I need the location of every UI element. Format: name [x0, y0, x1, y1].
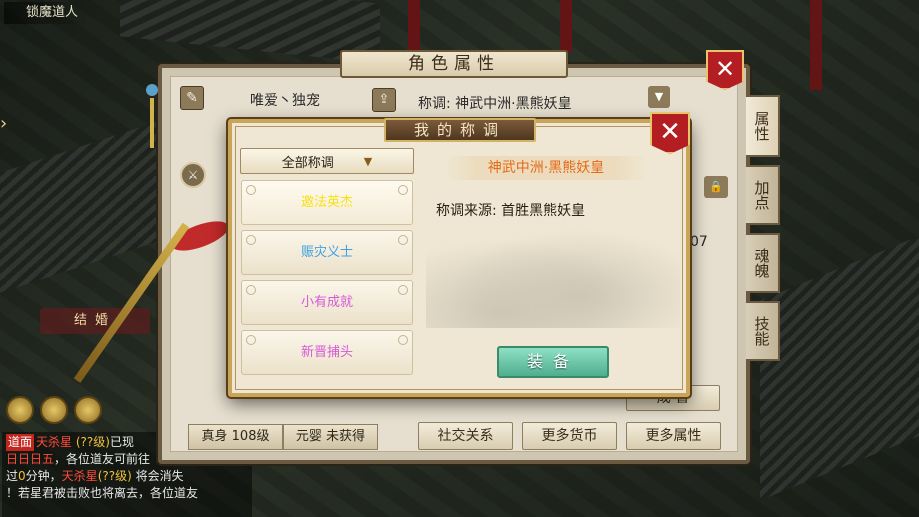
share-icon[interactable]: ⇪	[372, 88, 396, 112]
title-filter-dropdown[interactable]: 全部称调 ▼	[240, 148, 414, 174]
voice-mic-icon[interactable]	[74, 396, 102, 424]
chat-bubble-icon[interactable]	[6, 396, 34, 424]
title-list[interactable]: 邀法英杰 赈灾义士 小有成就 新晋捕头	[238, 176, 416, 382]
title-source-text: 称调来源: 首胜黑熊妖皇	[436, 203, 586, 219]
tassel-decoration	[146, 84, 158, 154]
player-name: 唯爱丶独宠	[250, 93, 320, 109]
chat-line: 过0分钟，天杀星(??级) 将会消失	[6, 469, 184, 483]
emoji-icon[interactable]	[40, 396, 68, 424]
title-list-item[interactable]: 小有成就	[241, 280, 413, 325]
more-attributes-button[interactable]: 更多属性	[626, 422, 721, 450]
title-filter-value: 全部称调	[281, 155, 334, 171]
social-relations-button[interactable]: 社交关系	[418, 422, 513, 450]
cultivation-stage-bar: 真身 108级 元婴 未获得	[188, 424, 378, 450]
marry-label[interactable]: 结婚	[40, 308, 150, 334]
primal-status: 元婴 未获得	[283, 424, 378, 450]
attributes-side-tabs: 属性 加点 魂魄 技能	[746, 95, 782, 369]
equip-button[interactable]: 装备	[497, 346, 609, 378]
tab-attributes[interactable]: 属性	[746, 95, 780, 157]
selected-title-name: 神武中洲·黑熊妖皇	[446, 156, 646, 180]
ink-landscape-decoration	[426, 218, 680, 328]
edit-name-icon[interactable]: ✎	[180, 86, 204, 110]
current-title-line: 称调: 神武中洲·黑熊妖皇	[418, 96, 572, 112]
title-list-item[interactable]: 新晋捕头	[241, 330, 413, 375]
attributes-window-title: 角色属性	[340, 50, 568, 78]
tab-add-points[interactable]: 加点	[746, 165, 780, 225]
my-titles-dialog-title: 我的称调	[384, 118, 536, 142]
tab-soul[interactable]: 魂魄	[746, 233, 780, 293]
tab-skills[interactable]: 技能	[746, 301, 780, 361]
map-location-label: 锁魔道人	[4, 2, 89, 24]
title-list-item[interactable]: 赈灾义士	[241, 230, 413, 275]
dropdown-triangle-icon: ▼	[363, 154, 373, 168]
chat-line: ！若星君被击败也将离去，各位道友	[6, 486, 199, 500]
title-list-item[interactable]: 邀法英杰	[241, 180, 413, 225]
lock-icon[interactable]: 🔒	[704, 176, 728, 198]
title-dropdown-icon[interactable]: ▼	[648, 86, 670, 108]
chat-buttons	[6, 396, 102, 424]
expand-left-arrow-icon[interactable]: ›	[0, 110, 14, 138]
real-body-level: 真身 108级	[188, 424, 283, 450]
equipment-swap-icon[interactable]: ⚔	[180, 162, 206, 188]
attribute-value: 07	[690, 234, 708, 250]
more-currency-button[interactable]: 更多货币	[522, 422, 617, 450]
